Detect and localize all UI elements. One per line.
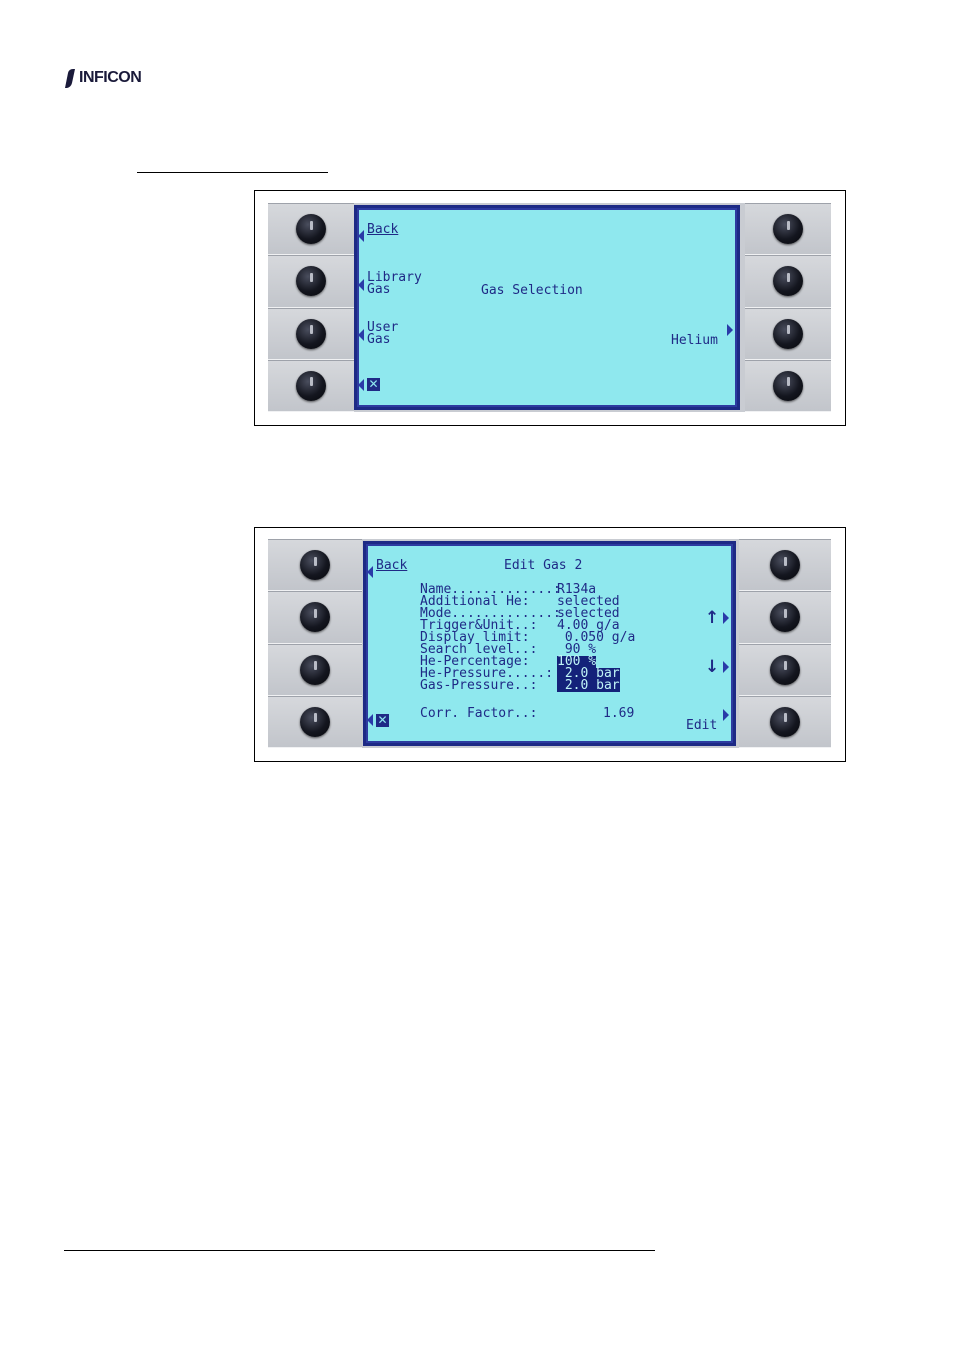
knob-icon	[296, 318, 326, 349]
device-panel: Back Edit Gas 2 Name.............: R134a…	[268, 539, 831, 748]
left-softkeys	[268, 539, 362, 748]
left-softkey-4[interactable]	[268, 359, 354, 412]
helium-arrow-icon	[727, 324, 733, 336]
lcd-screen: Back Edit Gas 2 Name.............: R134a…	[363, 541, 736, 746]
right-softkeys	[745, 203, 831, 412]
knob-icon	[300, 550, 330, 581]
corr-factor-label: Corr. Factor..:	[420, 706, 538, 721]
knob-icon	[770, 654, 800, 685]
back-option[interactable]: Back	[376, 559, 407, 572]
param-value-selected[interactable]: 2.0 bar	[557, 679, 620, 692]
knob-icon	[296, 370, 326, 401]
knob-icon	[770, 706, 800, 737]
right-softkey-1[interactable]	[739, 539, 831, 592]
knob-icon	[296, 266, 326, 297]
knob-icon	[773, 370, 803, 401]
up-key-arrow-icon	[723, 612, 729, 624]
screen-title: Edit Gas 2	[504, 558, 583, 573]
back-option[interactable]: Back	[367, 223, 398, 236]
right-softkey-3[interactable]	[745, 307, 831, 360]
right-softkey-4[interactable]	[739, 695, 831, 748]
heading-rule	[137, 172, 328, 173]
knob-icon	[773, 214, 803, 245]
close-arrow-icon	[367, 714, 373, 726]
knob-icon	[773, 266, 803, 297]
close-icon[interactable]: ✕	[367, 378, 380, 391]
back-arrow-icon	[358, 230, 364, 242]
figure-gas-selection: Back Library Gas Gas Selection User Gas …	[254, 190, 846, 426]
screen-title: Gas Selection	[481, 283, 583, 298]
left-softkey-2[interactable]	[268, 591, 362, 644]
left-softkey-2[interactable]	[268, 255, 354, 308]
footer-rule	[64, 1250, 655, 1251]
close-arrow-icon	[358, 379, 364, 391]
library-gas-line2[interactable]: Gas	[367, 283, 390, 296]
right-softkey-3[interactable]	[739, 643, 831, 696]
inficon-logo-icon	[65, 69, 75, 88]
scroll-down-icon[interactable]: ↓	[705, 659, 719, 676]
left-softkey-3[interactable]	[268, 307, 354, 360]
right-softkey-2[interactable]	[739, 591, 831, 644]
user-gas-line2[interactable]: Gas	[367, 333, 390, 346]
edit-arrow-icon	[723, 709, 729, 721]
knob-icon	[773, 318, 803, 349]
back-arrow-icon	[367, 566, 373, 578]
helium-option[interactable]: Helium	[671, 334, 718, 347]
user-arrow-icon	[358, 329, 364, 341]
left-softkey-1[interactable]	[268, 539, 362, 592]
logo-text: INFICON	[79, 69, 142, 86]
corr-factor-value: 1.69	[603, 706, 635, 721]
right-softkey-2[interactable]	[745, 255, 831, 308]
right-softkey-4[interactable]	[745, 359, 831, 412]
right-softkey-1[interactable]	[745, 203, 831, 256]
figure-edit-gas: Back Edit Gas 2 Name.............: R134a…	[254, 527, 846, 762]
device-panel: Back Library Gas Gas Selection User Gas …	[268, 203, 831, 412]
edit-option[interactable]: Edit	[686, 719, 717, 732]
knob-icon	[296, 214, 326, 245]
left-softkeys	[268, 203, 354, 412]
scroll-up-icon[interactable]: ↑	[705, 610, 719, 627]
lcd-screen: Back Library Gas Gas Selection User Gas …	[354, 205, 740, 410]
close-icon[interactable]: ✕	[376, 714, 389, 727]
knob-icon	[300, 706, 330, 737]
knob-icon	[770, 550, 800, 581]
down-key-arrow-icon	[723, 661, 729, 673]
knob-icon	[770, 602, 800, 633]
right-softkeys	[739, 539, 831, 748]
left-softkey-1[interactable]	[268, 203, 354, 256]
knob-icon	[300, 602, 330, 633]
inficon-logo: INFICON	[63, 66, 142, 90]
left-softkey-3[interactable]	[268, 643, 362, 696]
library-arrow-icon	[358, 279, 364, 291]
param-label: Gas-Pressure..:	[420, 678, 538, 693]
left-softkey-4[interactable]	[268, 695, 362, 748]
knob-icon	[300, 654, 330, 685]
